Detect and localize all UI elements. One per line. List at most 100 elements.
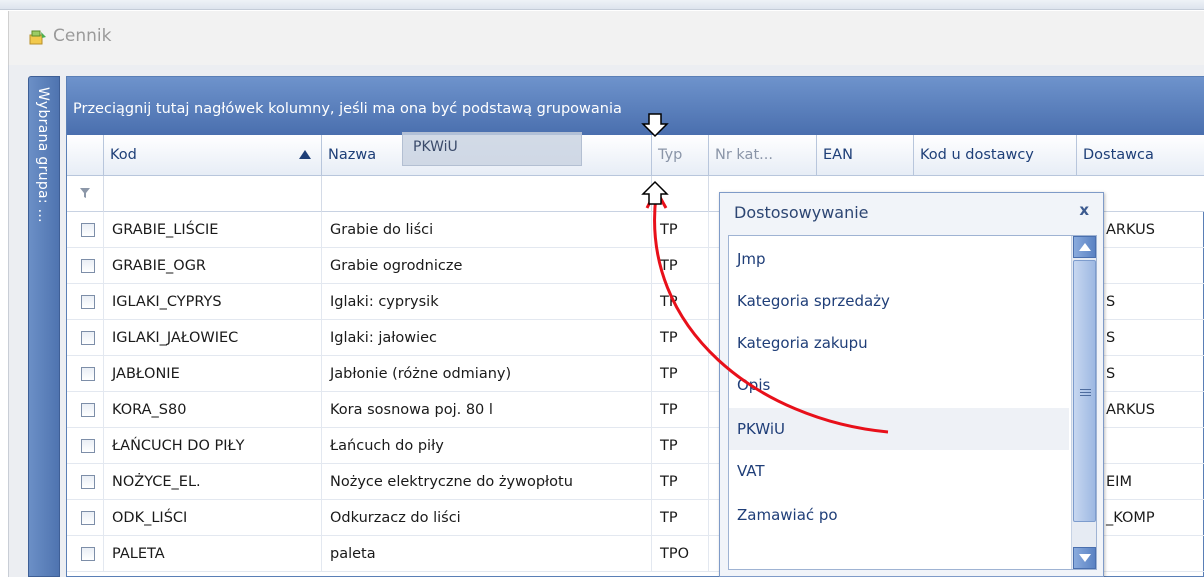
hidden-columns-list: Jmp Kategoria sprzedaży Kategoria zakupu… — [728, 235, 1097, 570]
list-item-zamawiac-po[interactable]: Zamawiać po — [729, 494, 1069, 536]
window-titlebar: Cennik — [8, 11, 1204, 65]
row-checkbox[interactable] — [81, 403, 95, 417]
cell-dostawca: ARKUS — [1106, 222, 1155, 238]
cell-nazwa: paleta — [322, 536, 652, 572]
filter-icon — [80, 188, 90, 198]
cell-nazwa: Nożyce elektryczne do żywopłotu — [322, 464, 652, 500]
cell-kod: GRABIE_OGR — [104, 248, 322, 284]
list-item-pkwiu[interactable]: PKWiU — [729, 408, 1069, 450]
customization-title: Dostosowywanie — [734, 203, 869, 222]
cell-nazwa: Odkurzacz do liści — [322, 500, 652, 536]
cell-typ: TP — [652, 320, 709, 356]
row-checkbox[interactable] — [81, 547, 95, 561]
cell-typ: TP — [652, 248, 709, 284]
close-button[interactable]: x — [1079, 201, 1089, 219]
row-select-cell — [67, 392, 104, 428]
price-list-window: Cennik Wybrana grupa: ... Przeciągnij tu… — [0, 0, 1204, 577]
cell-typ: TP — [652, 212, 709, 248]
row-checkbox[interactable] — [81, 475, 95, 489]
cell-dostawca: ARKUS — [1106, 402, 1155, 418]
list-item-vat[interactable]: VAT — [729, 450, 1069, 492]
sort-ascending-icon — [299, 150, 311, 159]
cell-kod: IGLAKI_CYPRYS — [104, 284, 322, 320]
row-checkbox[interactable] — [81, 295, 95, 309]
filter-cell-typ[interactable] — [652, 176, 709, 212]
cell-kod: GRABIE_LIŚCIE — [104, 212, 322, 248]
chevron-down-icon — [1079, 554, 1091, 562]
row-checkbox[interactable] — [81, 223, 95, 237]
row-checkbox[interactable] — [81, 511, 95, 525]
row-checkbox[interactable] — [81, 259, 95, 273]
list-item-kategoria-sprzedazy[interactable]: Kategoria sprzedaży — [729, 280, 1069, 322]
dragged-column-header-pkwiu[interactable]: PKWiU — [402, 132, 582, 166]
cell-typ: TP — [652, 464, 709, 500]
column-header-label: EAN — [823, 147, 853, 163]
scroll-down-button[interactable] — [1073, 547, 1096, 569]
window-title: Cennik — [53, 26, 112, 46]
cell-nazwa: Łańcuch do piły — [322, 428, 652, 464]
row-checkbox[interactable] — [81, 367, 95, 381]
grip-line — [1080, 395, 1091, 396]
cell-dostawca — [1102, 428, 1204, 464]
row-select-cell — [67, 356, 104, 392]
column-header-label: Dostawca — [1083, 147, 1154, 163]
column-header-nr-kat[interactable]: Nr kat... — [709, 135, 817, 176]
row-select-cell — [67, 536, 104, 572]
filter-cell-select[interactable] — [67, 176, 104, 212]
chevron-up-icon — [1079, 243, 1091, 251]
column-header-kod[interactable]: Kod — [104, 135, 322, 176]
filter-cell-nazwa[interactable] — [322, 176, 652, 212]
row-select-cell — [67, 500, 104, 536]
row-select-cell — [67, 320, 104, 356]
filter-cell-kod[interactable] — [104, 176, 322, 212]
scroll-thumb[interactable] — [1073, 260, 1096, 522]
group-by-hint: Przeciągnij tutaj nagłówek kolumny, jeśl… — [73, 101, 622, 117]
cell-kod: PALETA — [104, 536, 322, 572]
cell-kod: KORA_S80 — [104, 392, 322, 428]
cell-kod: ODK_LIŚCI — [104, 500, 322, 536]
list-item-jmp[interactable]: Jmp — [729, 238, 1069, 280]
row-select-cell — [67, 284, 104, 320]
column-header-typ[interactable]: Typ — [652, 135, 709, 176]
scroll-up-button[interactable] — [1073, 236, 1096, 258]
row-select-cell — [67, 212, 104, 248]
column-header-ean[interactable]: EAN — [817, 135, 914, 176]
list-scrollbar[interactable] — [1071, 236, 1096, 569]
row-checkbox[interactable] — [81, 439, 95, 453]
cell-dostawca: _KOMP — [1106, 510, 1155, 526]
selected-group-label: Wybrana grupa: ... — [35, 87, 51, 223]
selected-group-panel[interactable]: Wybrana grupa: ... — [28, 76, 60, 577]
cell-typ: TPO — [652, 536, 709, 572]
column-header-label: Nazwa — [328, 147, 377, 163]
cell-dostawca: EIM — [1106, 474, 1132, 490]
column-header-dostawca[interactable]: Dostawca — [1077, 135, 1204, 176]
customization-window: Dostosowywanie x Jmp Kategoria sprzedaży… — [719, 192, 1104, 577]
cell-typ: TP — [652, 284, 709, 320]
cell-dostawca — [1102, 536, 1204, 572]
cell-nazwa: Kora sosnowa poj. 80 l — [322, 392, 652, 428]
column-header-kod-u-dostawcy[interactable]: Kod u dostawcy — [914, 135, 1077, 176]
price-list-icon — [29, 30, 46, 45]
group-by-panel[interactable]: Przeciągnij tutaj nagłówek kolumny, jeśl… — [67, 77, 1204, 135]
cell-nazwa: Iglaki: cyprysik — [322, 284, 652, 320]
cell-nazwa: Grabie do liści — [322, 212, 652, 248]
window-top-border — [0, 0, 1204, 10]
list-item-kategoria-zakupu[interactable]: Kategoria zakupu — [729, 322, 1069, 364]
cell-nazwa: Jabłonie (różne odmiany) — [322, 356, 652, 392]
list-item-opis[interactable]: Opis — [729, 364, 1069, 406]
cell-nazwa: Iglaki: jałowiec — [322, 320, 652, 356]
cell-typ: TP — [652, 392, 709, 428]
grip-line — [1080, 389, 1091, 390]
column-header-label: Kod — [110, 147, 137, 163]
cell-kod: IGLAKI_JAŁOWIEC — [104, 320, 322, 356]
cell-kod: JABŁONIE — [104, 356, 322, 392]
row-select-cell — [67, 428, 104, 464]
cell-dostawca: S — [1106, 330, 1116, 346]
cell-typ: TP — [652, 428, 709, 464]
row-select-cell — [67, 464, 104, 500]
header-select-column — [67, 135, 104, 176]
cell-typ: TP — [652, 500, 709, 536]
cell-typ: TP — [652, 356, 709, 392]
grip-line — [1080, 392, 1091, 393]
row-checkbox[interactable] — [81, 331, 95, 345]
